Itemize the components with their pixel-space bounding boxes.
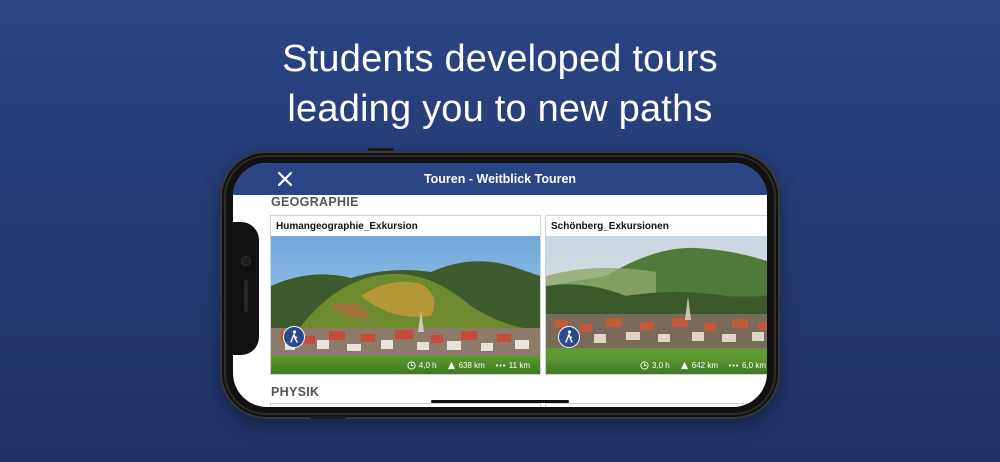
tour-image [271, 236, 540, 374]
duration-value: 4,0 h [418, 361, 437, 370]
volume-button [368, 148, 394, 151]
tour-stats: 4,0 h 638 km 11 km [271, 357, 540, 374]
headline-line-1: Students developed tours [282, 38, 718, 80]
home-indicator[interactable] [431, 400, 569, 403]
mountain-icon [680, 361, 688, 370]
power-button [310, 416, 346, 419]
tour-card-title: Humangeographie_Exkursion [276, 221, 418, 232]
app-screen: Touren - Weitblick Touren GEOGRAPHIE Hum… [233, 163, 767, 407]
physik-card-preview[interactable] [270, 403, 541, 407]
distance-value: 11 km [508, 361, 530, 370]
distance-stat: 11 km [495, 361, 530, 370]
tour-card[interactable]: Schönberg_Exkursionen 3,0 h 642 km 6,0 k… [545, 215, 767, 375]
section-title-geographie: GEOGRAPHIE [271, 195, 359, 209]
phone-notch [233, 222, 259, 355]
elevation-stat: 642 km [680, 361, 718, 370]
section-title-physik: PHYSIK [271, 385, 320, 399]
hiking-icon[interactable] [283, 326, 305, 348]
elevation-stat: 638 km [447, 361, 485, 370]
navigation-bar: Touren - Weitblick Touren [233, 163, 767, 195]
tour-image [546, 236, 767, 374]
tour-stats: 3,0 h 642 km 6,0 km [546, 357, 767, 374]
distance-stat: 6,0 km [728, 361, 766, 370]
clock-icon [407, 361, 416, 370]
mountain-icon [447, 361, 455, 370]
tour-card[interactable]: Humangeographie_Exkursion 4,0 h 638 km 1… [270, 215, 541, 375]
duration-stat: 3,0 h [640, 361, 670, 370]
duration-stat: 4,0 h [407, 361, 437, 370]
duration-value: 3,0 h [651, 361, 670, 370]
nav-title: Touren - Weitblick Touren [423, 172, 577, 186]
clock-icon [640, 361, 649, 370]
headline-line-2: leading you to new paths [287, 88, 713, 130]
camera-icon [241, 256, 251, 266]
route-dots-icon [495, 364, 505, 367]
hiking-icon[interactable] [558, 326, 580, 348]
phone-frame: Touren - Weitblick Touren GEOGRAPHIE Hum… [220, 148, 780, 419]
tour-card-title: Schönberg_Exkursionen [551, 221, 669, 232]
elevation-value: 642 km [691, 361, 718, 370]
close-icon[interactable] [275, 169, 295, 189]
speaker-grille [244, 280, 248, 312]
distance-value: 6,0 km [741, 361, 766, 370]
physik-card-preview[interactable] [545, 403, 767, 407]
elevation-value: 638 km [458, 361, 485, 370]
route-dots-icon [728, 364, 739, 367]
marketing-headline: Students developed tours leading you to … [0, 34, 1000, 134]
